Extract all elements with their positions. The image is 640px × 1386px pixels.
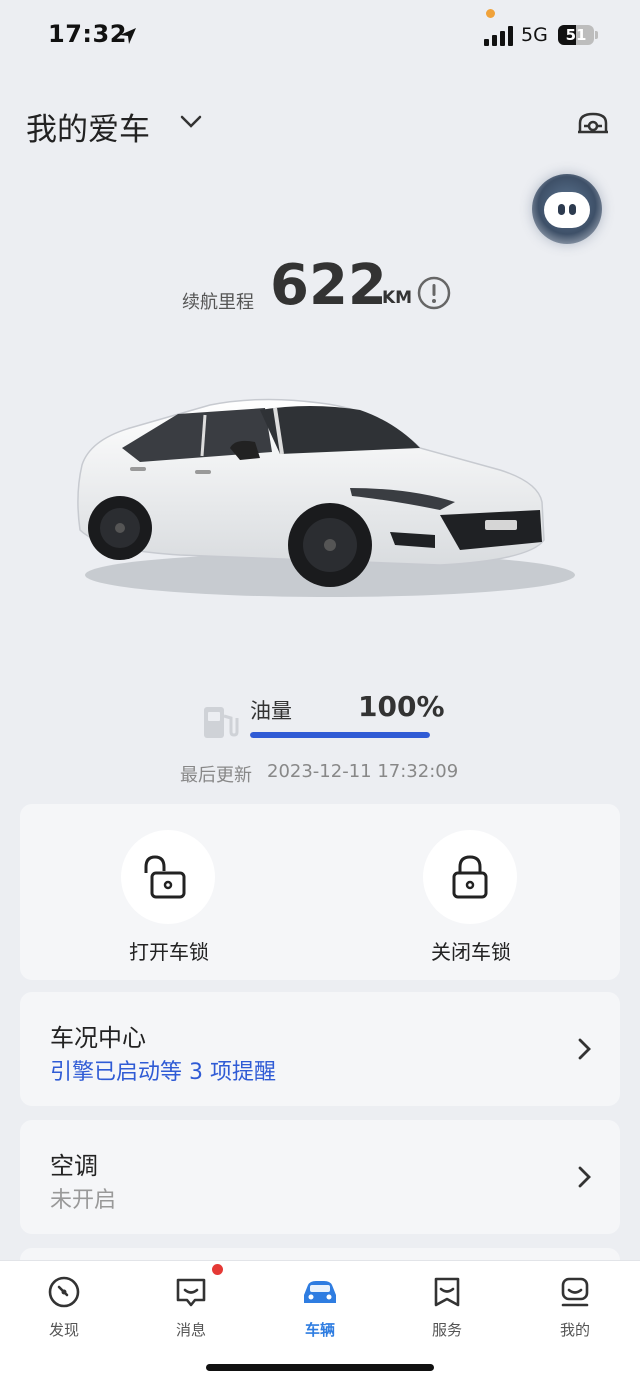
compass-icon xyxy=(48,1276,80,1308)
location-arrow-icon xyxy=(120,28,136,44)
air-conditioning-title: 空调 xyxy=(50,1152,98,1180)
fuel-label: 油量 xyxy=(250,699,292,723)
fuel-pump-icon xyxy=(204,707,239,738)
notification-dot xyxy=(212,1264,223,1275)
tab-messages[interactable]: 消息 xyxy=(146,1275,236,1340)
page-title[interactable]: 我的爱车 xyxy=(26,104,150,149)
network-type: 5G xyxy=(521,24,548,46)
tab-label: 服务 xyxy=(431,1321,462,1339)
info-icon[interactable] xyxy=(416,275,452,311)
lock-button[interactable] xyxy=(423,830,517,924)
air-conditioning-card[interactable]: 空调 未开启 xyxy=(20,1120,620,1234)
tab-discover[interactable]: 发现 xyxy=(19,1275,109,1340)
car-icon xyxy=(304,1281,336,1303)
battery-level: 51 xyxy=(565,26,587,44)
tab-label: 车辆 xyxy=(304,1321,335,1339)
privacy-indicator-dot xyxy=(486,9,495,18)
cellular-signal-icon xyxy=(484,26,513,46)
assistant-eye-left xyxy=(558,204,565,215)
unlock-label[interactable]: 打开车锁 xyxy=(89,936,249,965)
home-indicator xyxy=(206,1364,434,1371)
tab-label: 发现 xyxy=(48,1321,79,1339)
battery-cap xyxy=(595,31,598,39)
fuel-level-bar xyxy=(250,732,430,738)
unlock-icon xyxy=(144,855,186,899)
tab-service[interactable]: 服务 xyxy=(402,1275,492,1340)
last-updated-label: 最后更新 xyxy=(180,765,252,786)
air-conditioning-status: 未开启 xyxy=(50,1188,117,1213)
chevron-right-icon xyxy=(578,1166,591,1188)
range-unit: KM xyxy=(382,288,413,308)
assistant-face xyxy=(544,192,590,228)
vehicle-status-alerts: 引擎已启动等 3 项提醒 xyxy=(50,1060,276,1085)
battery-icon: 51 xyxy=(558,25,594,45)
chevron-right-icon xyxy=(578,1038,591,1060)
lock-label[interactable]: 关闭车锁 xyxy=(391,936,551,965)
fuel-level-fill xyxy=(250,732,430,738)
service-icon xyxy=(434,1277,460,1307)
last-updated-value: 2023-12-11 17:32:09 xyxy=(267,761,459,782)
profile-icon xyxy=(561,1277,589,1307)
status-time: 17:32 xyxy=(48,20,127,48)
lock-icon xyxy=(452,855,488,899)
vehicle-status-card[interactable]: 车况中心 引擎已启动等 3 项提醒 xyxy=(20,992,620,1106)
tab-profile[interactable]: 我的 xyxy=(530,1275,620,1340)
chevron-down-icon[interactable] xyxy=(180,115,202,129)
assistant-eye-right xyxy=(569,204,576,215)
range-value: 622 xyxy=(270,253,387,318)
vehicle-status-title: 车况中心 xyxy=(50,1024,146,1052)
unlock-button[interactable] xyxy=(121,830,215,924)
message-icon xyxy=(176,1278,206,1307)
steering-wheel-icon[interactable] xyxy=(576,110,610,140)
tab-label: 我的 xyxy=(559,1321,590,1339)
tab-vehicle[interactable]: 车辆 xyxy=(275,1275,365,1340)
car-image xyxy=(77,398,575,597)
tab-label: 消息 xyxy=(175,1321,206,1339)
fuel-value: 100% xyxy=(358,690,445,723)
assistant-avatar[interactable] xyxy=(532,174,602,244)
range-label: 续航里程 xyxy=(182,292,254,313)
